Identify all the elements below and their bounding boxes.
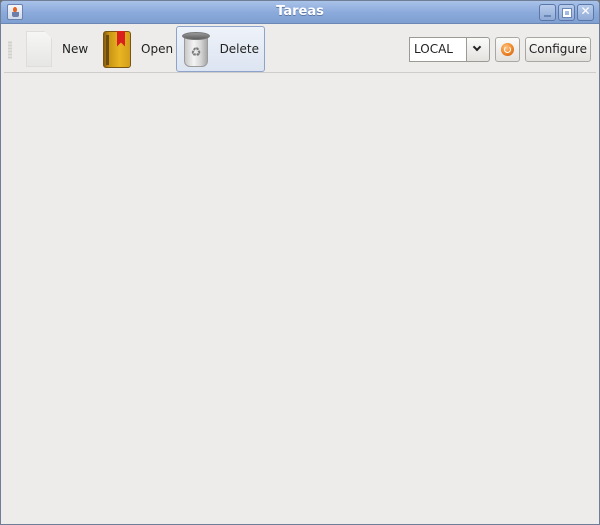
open-button[interactable]: Open <box>97 26 179 72</box>
recycle-icon: ♻ <box>190 44 202 59</box>
refresh-button[interactable] <box>495 37 520 62</box>
source-combo-value[interactable]: LOCAL <box>409 37 467 62</box>
open-button-label: Open <box>141 42 174 56</box>
delete-button[interactable]: ♻ Delete <box>176 26 265 72</box>
blank-document-icon <box>26 31 52 67</box>
toolbar: New Open ♻ Delete LOCAL Configure <box>4 25 596 73</box>
main-window: Tareas ✕ New Open ♻ Delete LOCAL Configu… <box>0 0 600 525</box>
content-area <box>4 74 596 522</box>
trash-can-icon: ♻ <box>182 31 210 68</box>
maximize-icon <box>562 8 572 18</box>
new-button-label: New <box>62 42 89 56</box>
window-title: Tareas <box>276 4 324 19</box>
chevron-down-icon <box>472 42 482 52</box>
close-button[interactable]: ✕ <box>577 4 594 21</box>
refresh-orb-icon <box>501 43 514 56</box>
maximize-button[interactable] <box>558 4 575 21</box>
toolbar-drag-handle[interactable] <box>8 41 12 59</box>
title-bar[interactable]: Tareas ✕ <box>1 1 599 24</box>
configure-button[interactable]: Configure <box>525 37 591 62</box>
new-button[interactable]: New <box>20 26 94 72</box>
bookmark-ribbon <box>117 30 125 47</box>
source-combo[interactable]: LOCAL <box>409 37 490 62</box>
book-spine <box>106 34 109 65</box>
book-icon <box>103 30 131 68</box>
trash-lid <box>182 31 210 40</box>
minimize-button[interactable] <box>539 4 556 21</box>
delete-button-label: Delete <box>219 42 259 56</box>
close-icon: ✕ <box>580 4 591 18</box>
window-controls: ✕ <box>539 4 594 21</box>
minimize-icon <box>544 15 551 17</box>
source-combo-dropdown-button[interactable] <box>467 37 490 62</box>
